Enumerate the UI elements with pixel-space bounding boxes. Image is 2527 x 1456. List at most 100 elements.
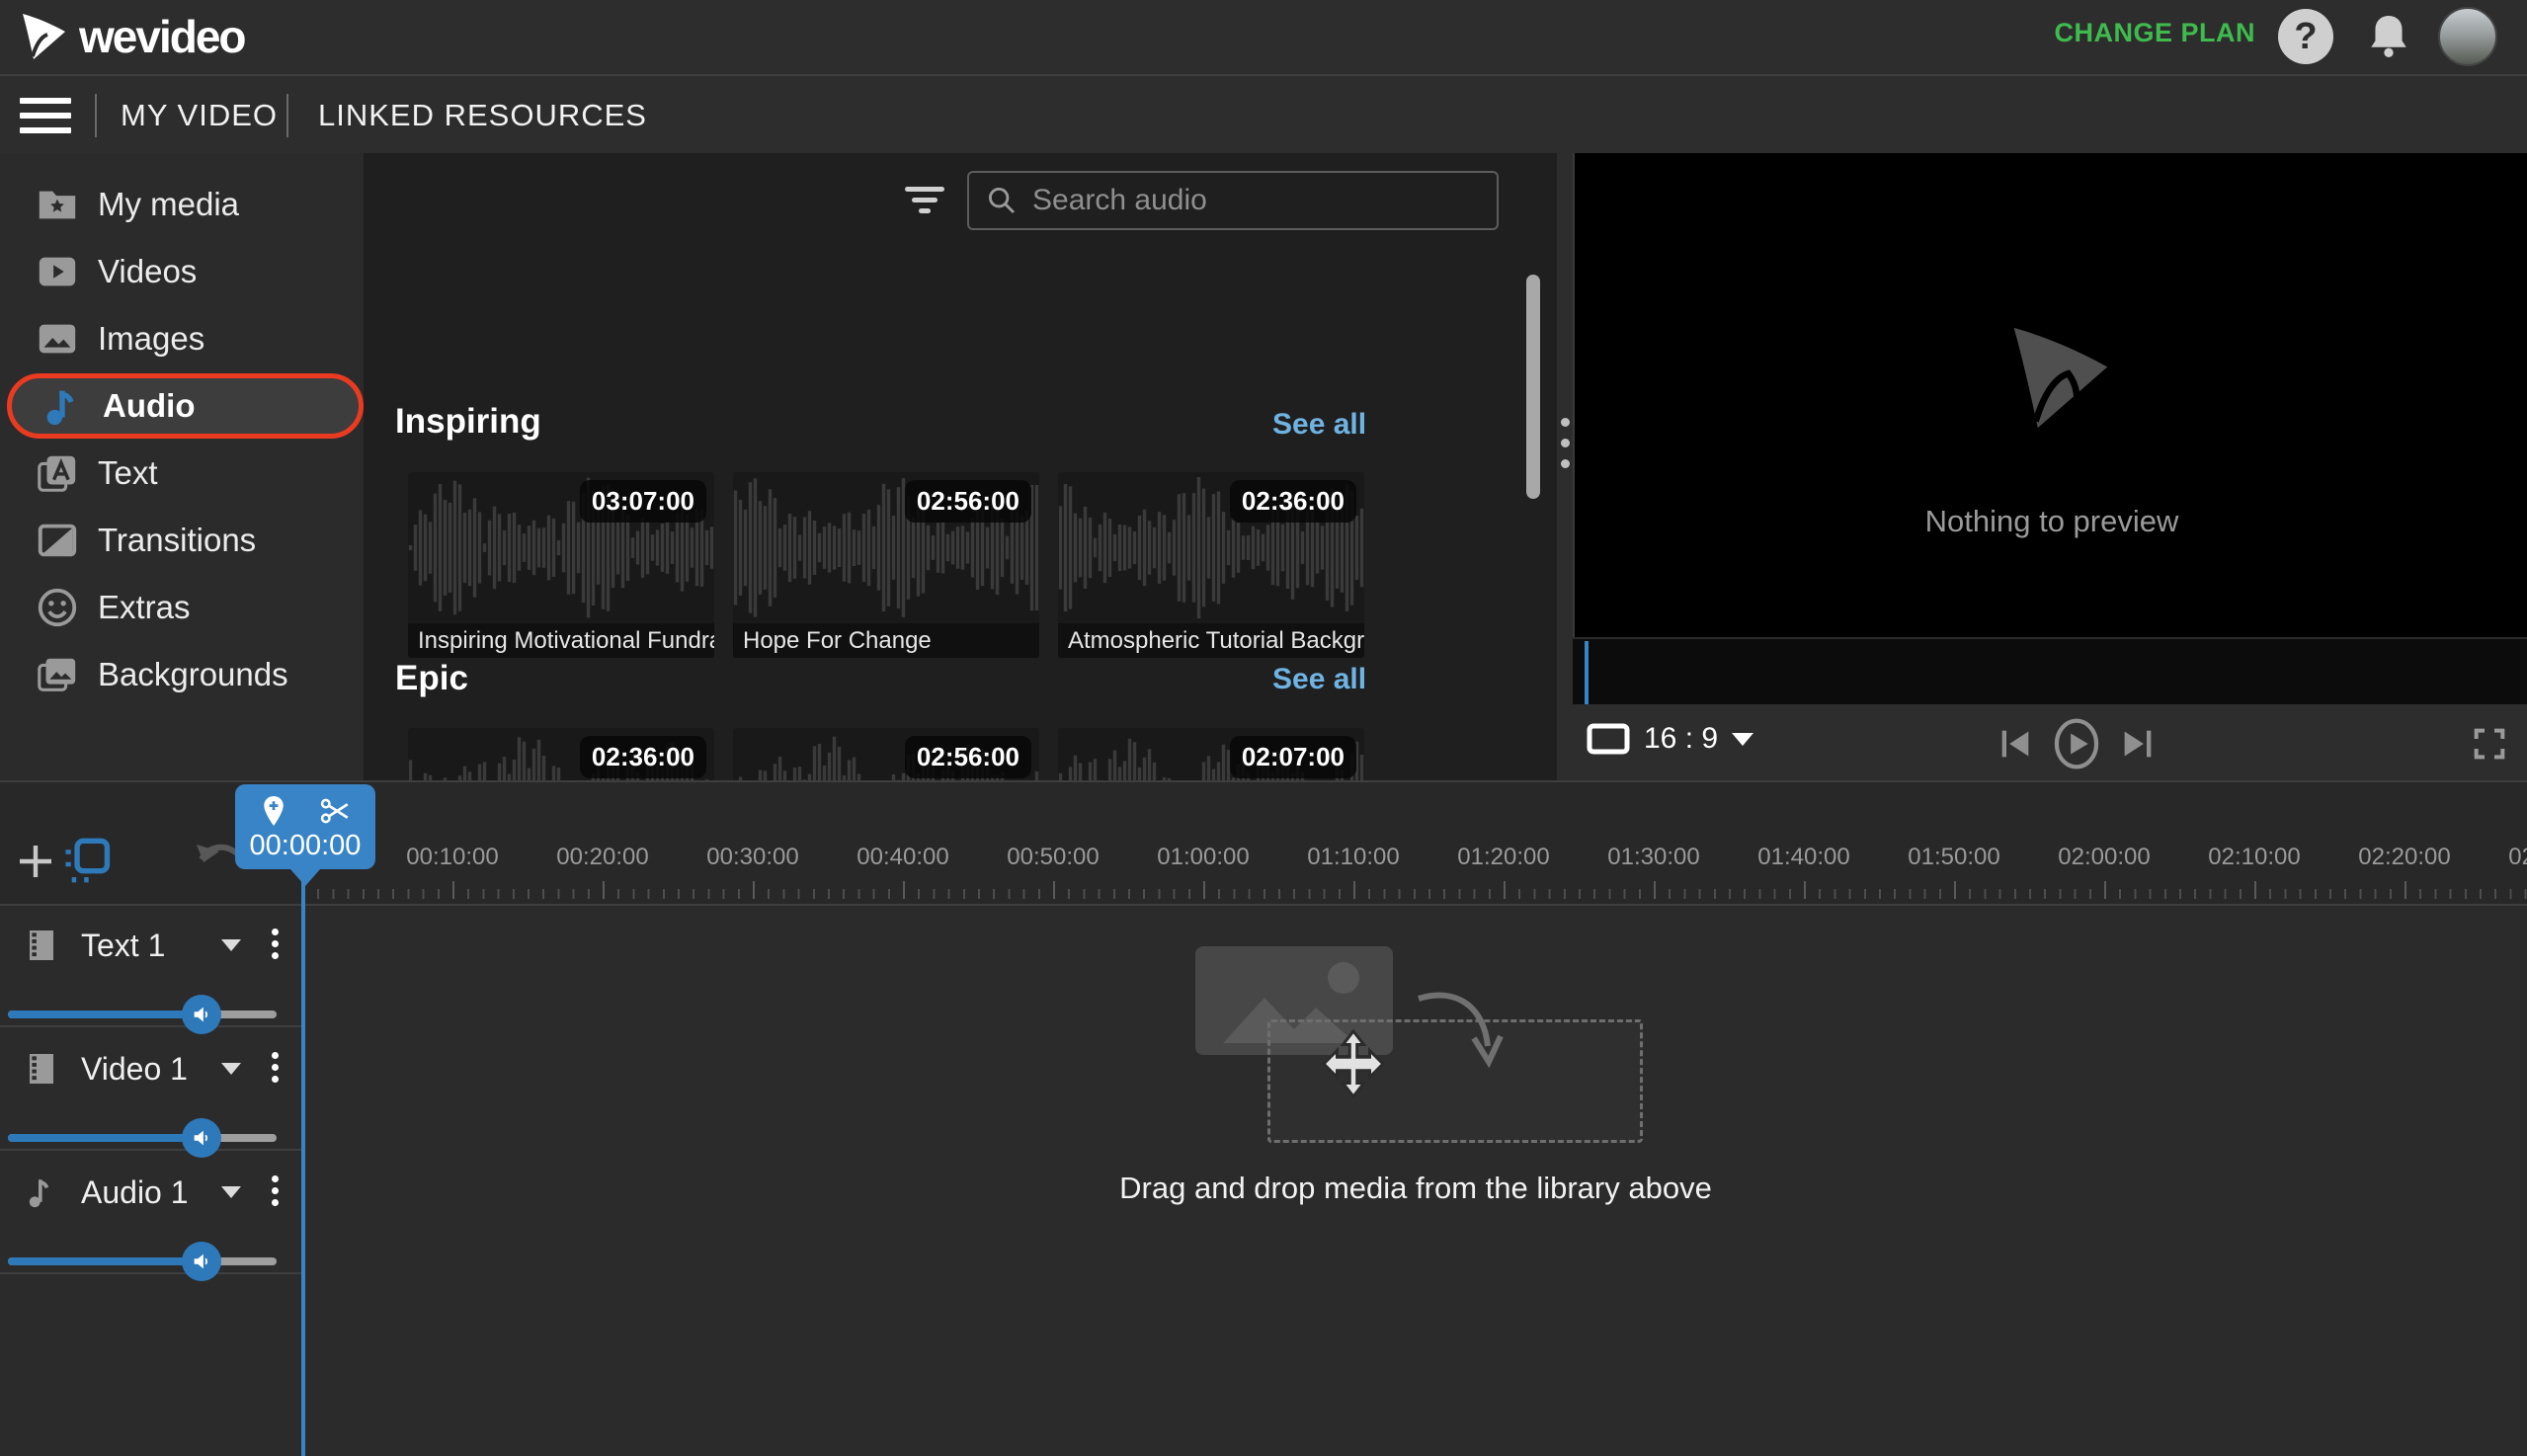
hamburger-menu-icon[interactable] xyxy=(20,98,71,133)
track-menu-button[interactable] xyxy=(265,1047,285,1091)
backgrounds-icon xyxy=(38,658,76,691)
sidebar-item-transitions[interactable]: Transitions xyxy=(7,508,364,573)
wevideo-logo[interactable]: wevideo xyxy=(20,10,247,63)
sidebar-item-text[interactable]: Text xyxy=(7,441,364,506)
track-headers: Text 1 Video 1 Audio 1 xyxy=(0,906,302,1456)
see-all-link[interactable]: See all xyxy=(1272,663,1366,696)
track-label: Video 1 xyxy=(81,1051,188,1087)
tab-linked-resources[interactable]: LINKED RESOURCES xyxy=(318,76,647,155)
sidebar-item-my-media[interactable]: My media xyxy=(7,172,364,237)
workspace: My media Videos Images Audio Text Transi… xyxy=(0,153,2527,914)
help-button[interactable]: ? xyxy=(2278,9,2333,64)
sidebar-item-backgrounds[interactable]: Backgrounds xyxy=(7,642,364,707)
sidebar-item-videos[interactable]: Videos xyxy=(7,239,364,304)
smiley-icon xyxy=(38,588,77,627)
ruler-label: 01:20:00 xyxy=(1457,844,1550,870)
library-scrollbar[interactable] xyxy=(1526,275,1540,499)
volume-slider[interactable] xyxy=(8,1242,277,1281)
aspect-rect-icon xyxy=(1587,723,1630,755)
wevideo-plane-watermark-icon xyxy=(2013,327,2108,429)
preview-playhead[interactable] xyxy=(1585,641,1589,704)
ruler-label: 00:20:00 xyxy=(556,844,649,870)
ruler-major-ticks xyxy=(302,881,2527,899)
duration-badge: 02:56:00 xyxy=(904,736,1031,778)
speaker-icon xyxy=(194,1130,207,1146)
timeline-lanes[interactable]: Drag and drop media from the library abo… xyxy=(302,906,2527,1456)
duration-badge: 03:07:00 xyxy=(579,480,706,523)
audio-card[interactable]: 03:07:00 Inspiring Motivational Fundrais… xyxy=(408,472,714,658)
sidebar-item-label: Transitions xyxy=(98,522,257,558)
sidebar-item-audio[interactable]: Audio xyxy=(7,373,364,439)
speaker-icon xyxy=(194,1254,207,1269)
aspect-ratio-dropdown[interactable]: 16 : 9 xyxy=(1587,722,1754,756)
playhead-line[interactable] xyxy=(301,881,305,1456)
timeline-toolbar: 00:10:00 00:20:00 00:30:00 00:40:00 00:50:00… xyxy=(0,782,2527,904)
chevron-down-icon[interactable] xyxy=(221,939,241,951)
audio-card[interactable]: 02:36:00 Atmospheric Tutorial Background xyxy=(1058,472,1364,658)
track-label: Audio 1 xyxy=(81,1174,189,1210)
avatar[interactable] xyxy=(2438,7,2497,66)
chevron-down-icon[interactable] xyxy=(221,1063,241,1075)
filmstrip-icon xyxy=(30,1054,53,1084)
image-icon xyxy=(39,324,76,354)
ruler-label: 02:30:00 xyxy=(2508,844,2527,870)
search-box xyxy=(967,171,1499,230)
fullscreen-button[interactable] xyxy=(2470,724,2509,764)
search-icon xyxy=(988,187,1016,214)
timeline: 00:10:00 00:20:00 00:30:00 00:40:00 00:50:00… xyxy=(0,780,2527,1456)
top-bar: wevideo CHANGE PLAN ? xyxy=(0,0,2527,74)
tab-my-video[interactable]: MY VIDEO xyxy=(121,76,278,155)
ruler-label: 00:30:00 xyxy=(706,844,799,870)
filter-icon xyxy=(905,187,944,213)
ruler-label: 01:10:00 xyxy=(1307,844,1400,870)
preview-seek-bar[interactable] xyxy=(1573,637,2527,704)
split-scissors-icon[interactable] xyxy=(318,794,352,828)
wevideo-editor: wevideo CHANGE PLAN ? MY VIDEO LINKED RE… xyxy=(0,0,2527,1456)
section-title: Inspiring xyxy=(395,402,541,441)
volume-slider[interactable] xyxy=(8,995,277,1034)
chevron-down-icon xyxy=(1732,732,1754,746)
volume-thumb[interactable] xyxy=(181,1118,221,1158)
add-marker-icon[interactable] xyxy=(259,794,288,828)
bell-icon xyxy=(2371,16,2406,57)
brand-wordmark: wevideo xyxy=(79,11,247,62)
duration-badge: 02:56:00 xyxy=(904,480,1031,523)
track-menu-button[interactable] xyxy=(265,1171,285,1214)
previous-frame-button[interactable] xyxy=(1996,724,2035,764)
filmstrip-icon xyxy=(30,930,53,960)
sidebar-item-extras[interactable]: Extras xyxy=(7,575,364,640)
panel-resize-handle[interactable] xyxy=(1557,153,1573,780)
track-header-text-1: Text 1 xyxy=(0,906,302,1034)
divider xyxy=(95,94,97,137)
volume-thumb[interactable] xyxy=(181,1242,221,1281)
duration-badge: 02:07:00 xyxy=(1229,736,1356,778)
next-frame-button[interactable] xyxy=(2118,724,2158,764)
see-all-link[interactable]: See all xyxy=(1272,408,1366,442)
ruler-label: 02:10:00 xyxy=(2208,844,2301,870)
change-plan-link[interactable]: CHANGE PLAN xyxy=(2054,18,2255,48)
volume-thumb[interactable] xyxy=(181,995,221,1034)
audio-card-name: Atmospheric Tutorial Background xyxy=(1058,623,1364,658)
volume-slider[interactable] xyxy=(8,1118,277,1158)
speaker-icon xyxy=(194,1007,207,1022)
select-all-button[interactable] xyxy=(61,836,111,885)
audio-card[interactable]: 02:56:00 Hope For Change xyxy=(733,472,1039,658)
play-button[interactable] xyxy=(2049,716,2104,771)
chevron-down-icon[interactable] xyxy=(221,1186,241,1198)
drag-handle-dots-icon xyxy=(1561,418,1570,468)
track-menu-button[interactable] xyxy=(265,924,285,967)
sidebar-item-label: Images xyxy=(98,320,205,357)
wevideo-plane-icon xyxy=(23,14,65,59)
folder-star-icon xyxy=(39,191,76,219)
playhead-bubble[interactable]: 00:00:00 xyxy=(235,784,375,886)
sidebar-item-label: Backgrounds xyxy=(98,656,288,692)
ruler-label: 02:00:00 xyxy=(2058,844,2151,870)
filter-button[interactable] xyxy=(903,183,946,218)
search-input[interactable] xyxy=(1032,184,1497,217)
duration-badge: 02:36:00 xyxy=(579,736,706,778)
add-track-button[interactable] xyxy=(12,838,59,885)
divider xyxy=(286,94,288,137)
sidebar-item-images[interactable]: Images xyxy=(7,306,364,371)
audio-card-name: Inspiring Motivational Fundraise... xyxy=(408,623,714,658)
notifications-button[interactable] xyxy=(2361,9,2416,64)
